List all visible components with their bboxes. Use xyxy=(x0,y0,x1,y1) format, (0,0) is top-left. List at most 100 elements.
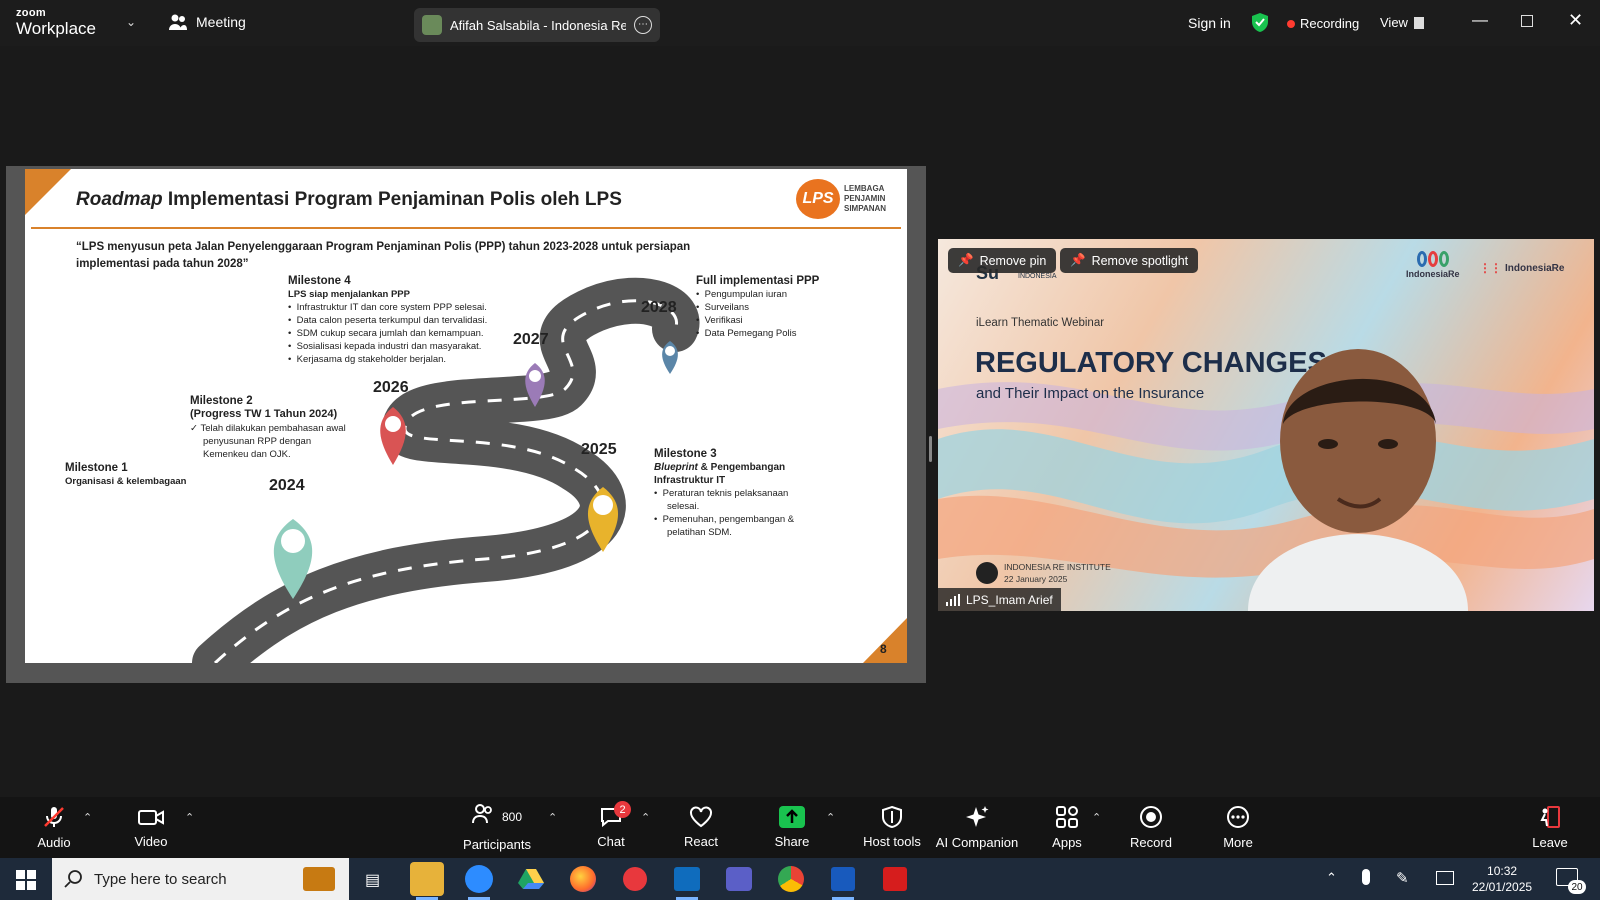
search-icon xyxy=(64,870,82,888)
more-icon xyxy=(1227,806,1249,828)
panel-resize-handle[interactable] xyxy=(929,436,932,462)
milestone-1: Milestone 1 Organisasi & kelembagaan xyxy=(65,462,187,487)
more-options-icon[interactable]: ⋯ xyxy=(634,16,652,34)
view-layout-icon xyxy=(1413,16,1424,29)
sparkle-icon xyxy=(966,806,989,827)
leave-button[interactable]: Leave xyxy=(1530,797,1570,858)
windows-start-icon[interactable] xyxy=(16,870,36,890)
chat-unread-badge: 2 xyxy=(614,801,631,818)
webinar-subheadline: and Their Impact on the Insurance xyxy=(976,385,1205,402)
spotlight-icon: 📌 xyxy=(1070,253,1086,267)
acrobat-icon[interactable] xyxy=(878,862,912,896)
display-tray-icon[interactable] xyxy=(1436,871,1454,885)
notifications-count-badge: 20 xyxy=(1568,880,1586,894)
host-tools-button[interactable]: Host tools xyxy=(854,797,930,858)
participants-count: 800 xyxy=(501,810,523,824)
zoom-workplace-logo: zoom Workplace xyxy=(16,7,96,38)
view-menu[interactable]: View xyxy=(1380,15,1424,30)
google-drive-icon[interactable] xyxy=(514,862,548,896)
meeting-stage: 8 Roadmap Implementasi Program Penjamina… xyxy=(0,46,1600,797)
recording-label: Recording xyxy=(1300,16,1360,31)
share-screen-icon xyxy=(779,806,805,828)
video-options-chevron-icon[interactable]: ⌃ xyxy=(185,811,194,824)
title-bar: zoom Workplace ⌄ Meeting Afifah Salsabil… xyxy=(0,0,1600,46)
remove-pin-button[interactable]: 📌 Remove pin xyxy=(948,248,1057,273)
react-button[interactable]: React xyxy=(680,797,722,858)
teams-icon[interactable] xyxy=(722,862,756,896)
meeting-controls-toolbar: Audio ⌃ Video ⌃ 800 Participants ⌃ Chat … xyxy=(0,797,1600,858)
search-placeholder: Type here to search xyxy=(94,870,227,888)
view-label: View xyxy=(1380,15,1408,30)
speaker-avatar xyxy=(422,15,442,35)
workplace-menu-chevron-icon[interactable]: ⌄ xyxy=(126,15,136,29)
milestone-4: Milestone 4 LPS siap menjalankan PPP • I… xyxy=(288,275,488,365)
tray-overflow-chevron-icon[interactable]: ⌃ xyxy=(1326,870,1337,886)
video-button[interactable]: Video xyxy=(128,797,174,858)
leave-door-icon xyxy=(1540,806,1560,828)
word-icon[interactable] xyxy=(826,862,860,896)
taskbar-clock[interactable]: 10:32 22/01/2025 xyxy=(1472,863,1532,895)
year-2024-label: 2024 xyxy=(269,477,305,494)
record-icon xyxy=(1140,806,1162,828)
firefox-icon[interactable] xyxy=(566,862,600,896)
task-view-icon[interactable]: ▤ xyxy=(365,870,380,890)
recording-dot-icon xyxy=(1287,19,1295,28)
meeting-menu[interactable]: Meeting xyxy=(168,13,246,31)
share-options-chevron-icon[interactable]: ⌃ xyxy=(826,811,835,824)
meeting-label: Meeting xyxy=(196,14,246,30)
shared-slide[interactable]: 8 Roadmap Implementasi Program Penjamina… xyxy=(25,169,907,663)
recording-indicator[interactable]: Recording xyxy=(1287,16,1359,31)
active-speaker-name: Afifah Salsabila - Indonesia Re's s xyxy=(450,17,626,33)
webinar-label: iLearn Thematic Webinar xyxy=(976,317,1105,329)
microphone-tray-icon[interactable] xyxy=(1362,869,1370,885)
speaker-video-tile[interactable]: Su INDONESIA IndonesiaRe ⋮⋮ IndonesiaRe i… xyxy=(938,239,1594,611)
apps-options-chevron-icon[interactable]: ⌃ xyxy=(1092,811,1101,824)
roadmap-road-illustration xyxy=(192,277,700,663)
year-2027-label: 2027 xyxy=(513,331,549,348)
speaker-person xyxy=(1248,349,1468,611)
apps-button[interactable]: Apps xyxy=(1047,797,1087,858)
share-button[interactable]: Share xyxy=(770,797,814,858)
file-explorer-icon[interactable] xyxy=(410,862,444,896)
pin-icon: 📌 xyxy=(958,253,974,267)
record-button[interactable]: Record xyxy=(1128,797,1174,858)
restore-icon[interactable] xyxy=(1521,15,1533,27)
shield-icon xyxy=(882,806,902,828)
sign-in-link[interactable]: Sign in xyxy=(1188,15,1231,31)
year-2028-label: 2028 xyxy=(641,299,677,316)
more-button[interactable]: More xyxy=(1218,797,1258,858)
apps-icon xyxy=(1056,806,1078,828)
sun-logo-caption: INDONESIA xyxy=(1018,273,1057,280)
ai-companion-button[interactable]: AI Companion xyxy=(930,797,1024,858)
taskbar-search-box[interactable]: Type here to search xyxy=(52,858,349,900)
security-app-icon[interactable] xyxy=(618,862,652,896)
full-implementation: Full implementasi PPP • Pengumpulan iura… xyxy=(696,275,820,339)
signal-strength-icon xyxy=(946,593,960,606)
participants-options-chevron-icon[interactable]: ⌃ xyxy=(548,811,557,824)
milestone-2: Milestone 2 (Progress TW 1 Tahun 2024) ✓… xyxy=(190,395,346,460)
microphone-muted-icon xyxy=(44,807,64,827)
video-camera-icon xyxy=(138,810,164,825)
indonesiare-institute-logo: ⋮⋮ IndonesiaRe xyxy=(1479,261,1565,275)
institute-badge: INDONESIA RE INSTITUTE 22 January 2025 xyxy=(976,561,1111,585)
participant-name-tag: LPS_Imam Arief xyxy=(938,588,1061,611)
heart-icon xyxy=(690,806,712,828)
remove-spotlight-button[interactable]: 📌 Remove spotlight xyxy=(1060,248,1199,273)
chat-options-chevron-icon[interactable]: ⌃ xyxy=(641,811,650,824)
active-speaker-pill[interactable]: Afifah Salsabila - Indonesia Re's s ⋯ xyxy=(414,8,660,42)
audio-options-chevron-icon[interactable]: ⌃ xyxy=(83,811,92,824)
close-icon[interactable]: ✕ xyxy=(1568,10,1583,31)
participants-icon xyxy=(471,804,492,824)
minimize-icon[interactable]: — xyxy=(1472,12,1488,30)
outlook-icon[interactable] xyxy=(670,862,704,896)
participants-button[interactable]: 800 Participants xyxy=(460,797,534,858)
indonesiare-logo: IndonesiaRe xyxy=(1406,251,1460,279)
chrome-icon[interactable] xyxy=(774,862,808,896)
security-shield-icon[interactable] xyxy=(1251,12,1269,33)
windows-taskbar: Type here to search ▤ ⌃ ✎ 10:32 22/01/20… xyxy=(0,858,1600,900)
institute-logo-icon xyxy=(976,562,998,584)
pen-tray-icon[interactable]: ✎ xyxy=(1396,869,1409,887)
participants-group-icon xyxy=(169,14,187,30)
zoom-app-icon[interactable] xyxy=(462,862,496,896)
audio-button[interactable]: Audio xyxy=(34,797,74,858)
